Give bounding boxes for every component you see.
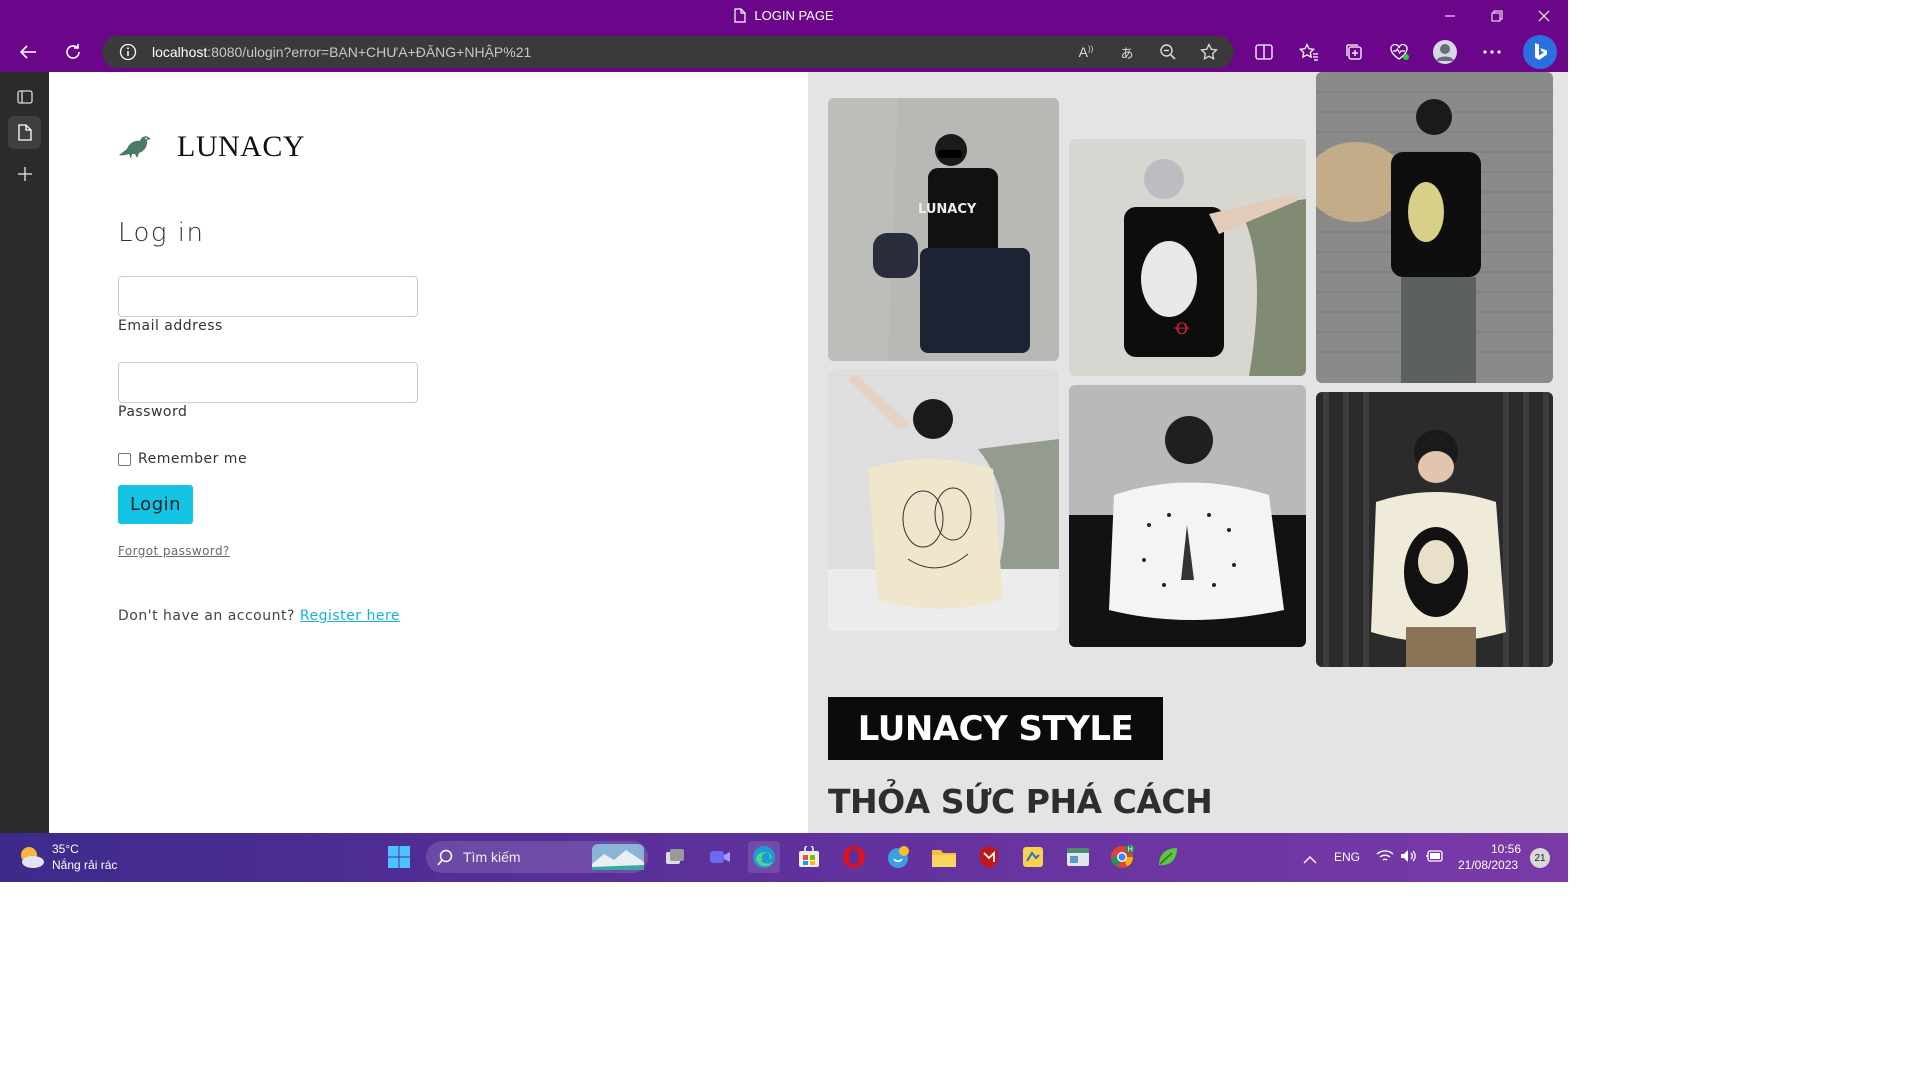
split-screen-icon[interactable]	[1248, 36, 1280, 68]
wifi-icon[interactable]	[1376, 849, 1394, 868]
remember-me-checkbox[interactable]	[118, 452, 131, 466]
back-button[interactable]	[12, 36, 44, 68]
show-hidden-icons-chevron[interactable]	[1303, 851, 1317, 869]
battery-icon[interactable]	[1425, 849, 1445, 868]
taskbar: 35°C Nắng rải rác Tìm kiếm H ENG 10:56 2…	[0, 833, 1568, 882]
email-label: Email address	[118, 318, 223, 334]
bird-logo-icon	[119, 136, 151, 159]
shirt-print-red: ꝋ	[1173, 315, 1190, 340]
restore-button[interactable]	[1474, 0, 1520, 32]
favorites-icon[interactable]	[1293, 36, 1325, 68]
search-highlight-image	[592, 844, 644, 870]
address-bar[interactable]: localhost:8080/ulogin?error=BẠN+CHƯA+ĐĂN…	[102, 36, 1234, 68]
tips-icon[interactable]	[883, 841, 915, 873]
start-button[interactable]	[383, 841, 415, 873]
product-photo	[1316, 72, 1553, 383]
favorite-star-icon[interactable]	[1198, 41, 1220, 63]
edge-browser-icon[interactable]	[748, 841, 780, 873]
url-text[interactable]: localhost:8080/ulogin?error=BẠN+CHƯA+ĐĂN…	[152, 44, 531, 60]
collections-icon[interactable]	[1338, 36, 1370, 68]
weather-temperature: 35°C	[52, 842, 79, 856]
meet-icon[interactable]	[704, 841, 736, 873]
remember-me: Remember me	[118, 451, 247, 467]
style-subtitle: THỎA SỨC PHÁ CÁCH	[828, 782, 1213, 821]
style-banner: LUNACY STYLE	[828, 697, 1163, 760]
mcafee-icon[interactable]	[973, 841, 1005, 873]
product-photo: ꝋ	[1069, 139, 1306, 376]
svg-text:H: H	[1128, 846, 1133, 854]
new-tab-icon[interactable]	[8, 157, 41, 190]
language-indicator[interactable]: ENG	[1334, 850, 1360, 864]
chrome-icon[interactable]: H	[1107, 841, 1139, 873]
window-title: LOGIN PAGE	[0, 8, 1568, 26]
more-options-icon[interactable]	[1476, 36, 1508, 68]
product-photo	[828, 369, 1059, 631]
leaf-app-icon[interactable]	[1152, 841, 1184, 873]
window-titlebar: LOGIN PAGE	[0, 0, 1568, 32]
windows-logo-icon	[388, 846, 410, 868]
store-icon[interactable]	[793, 841, 825, 873]
browser-toolbar: localhost:8080/ulogin?error=BẠN+CHƯA+ĐĂN…	[0, 32, 1568, 72]
info-icon[interactable]	[119, 43, 137, 65]
search-icon	[437, 849, 453, 866]
translate-icon[interactable]: あ	[1116, 41, 1138, 63]
task-view-icon[interactable]	[659, 841, 691, 873]
browser-essentials-icon[interactable]	[1383, 36, 1415, 68]
refresh-button[interactable]	[57, 36, 89, 68]
page-icon	[734, 8, 746, 26]
forgot-password-link[interactable]: Forgot password?	[118, 544, 230, 558]
email-field[interactable]	[118, 276, 418, 317]
shirt-print-text: LUNACY	[918, 202, 977, 217]
page-content: LUNACY Log in Email address Password Rem…	[49, 72, 1568, 833]
profile-avatar[interactable]	[1429, 36, 1461, 68]
weather-widget[interactable]: 35°C Nắng rải rác	[16, 841, 117, 873]
password-label: Password	[118, 404, 188, 420]
clock-time[interactable]: 10:56	[1491, 842, 1521, 856]
login-pane: LUNACY Log in Email address Password Rem…	[49, 72, 808, 833]
notification-badge[interactable]: 21	[1530, 848, 1550, 868]
tab-login-page[interactable]	[8, 116, 41, 149]
no-account-text: Don't have an account?	[118, 608, 300, 624]
page-title: Log in	[118, 218, 205, 248]
search-placeholder: Tìm kiếm	[463, 849, 521, 865]
product-photo	[1069, 385, 1306, 647]
copilot-icon[interactable]	[1523, 35, 1557, 69]
password-field[interactable]	[118, 362, 418, 403]
sticky-app-icon[interactable]	[1017, 841, 1049, 873]
app-window-icon[interactable]	[1062, 841, 1094, 873]
remember-me-label[interactable]: Remember me	[138, 451, 247, 467]
vertical-tab-bar	[0, 72, 49, 833]
url-host: localhost	[152, 44, 208, 60]
url-path: :8080/ulogin?error=BẠN+CHƯA+ĐĂNG+NHẬP%21	[207, 44, 532, 60]
opera-icon[interactable]	[838, 841, 870, 873]
volume-icon[interactable]	[1400, 849, 1418, 868]
tab-actions-icon[interactable]	[8, 80, 41, 113]
taskbar-search[interactable]: Tìm kiếm	[426, 841, 648, 873]
file-explorer-icon[interactable]	[928, 841, 960, 873]
minimize-button[interactable]	[1427, 0, 1473, 32]
window-title-text: LOGIN PAGE	[754, 8, 834, 23]
close-window-button[interactable]	[1521, 0, 1567, 32]
register-link[interactable]: Register here	[300, 608, 400, 624]
brand-logo: LUNACY	[117, 130, 305, 164]
product-photo	[1316, 392, 1553, 667]
weather-sun-cloud-icon	[21, 847, 44, 868]
product-photo: LUNACY	[828, 98, 1059, 361]
brand-name: LUNACY	[177, 130, 305, 163]
login-button[interactable]: Login	[118, 485, 193, 524]
zoom-out-icon[interactable]	[1157, 41, 1179, 63]
clock-date[interactable]: 21/08/2023	[1458, 858, 1518, 872]
read-aloud-icon[interactable]: A))	[1075, 41, 1097, 63]
register-prompt: Don't have an account? Register here	[118, 608, 400, 624]
promo-pane: LUNACY ꝋ LUNACY STYLE THỎA SỨC PHÁ CÁCH	[808, 72, 1568, 833]
weather-description: Nắng rải rác	[52, 858, 118, 872]
